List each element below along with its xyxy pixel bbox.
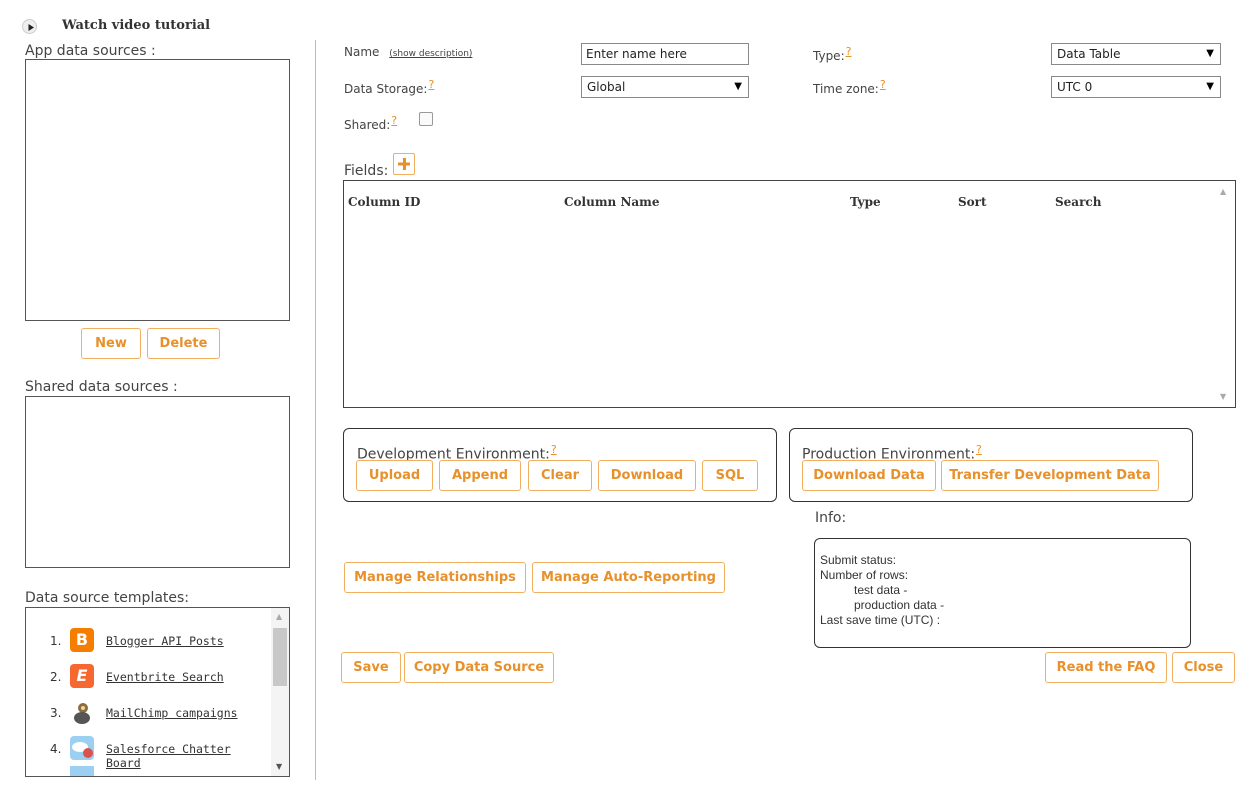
info-label: Info: (815, 510, 847, 526)
column-header-id[interactable]: Column ID (348, 195, 420, 209)
submit-status: Submit status: (820, 553, 897, 567)
append-button[interactable]: Append (439, 460, 521, 491)
production-data-count: production data - (854, 598, 945, 612)
column-header-type[interactable]: Type (850, 195, 881, 209)
scroll-down-icon[interactable]: ▼ (1220, 392, 1226, 401)
data-storage-label: Data Storage:? (344, 78, 435, 96)
name-label: Name (show description) (344, 45, 473, 59)
help-link[interactable]: ? (391, 114, 397, 127)
help-link[interactable]: ? (976, 443, 982, 456)
salesforce-icon (70, 736, 94, 760)
manage-relationships-button[interactable]: Manage Relationships (344, 562, 526, 593)
blogger-icon: B (70, 628, 94, 652)
upload-button[interactable]: Upload (356, 460, 433, 491)
column-header-name[interactable]: Column Name (564, 195, 660, 209)
clear-button[interactable]: Clear (528, 460, 592, 491)
manage-auto-reporting-button[interactable]: Manage Auto-Reporting (532, 562, 725, 593)
add-field-button[interactable] (393, 153, 415, 175)
help-link[interactable]: ? (551, 443, 557, 456)
dropdown-arrow-icon: ▼ (1206, 81, 1214, 92)
template-item[interactable]: 3. MailChimp campaigns (26, 698, 266, 728)
app-data-sources-label: App data sources : (25, 43, 156, 59)
app-data-sources-list[interactable] (25, 59, 290, 321)
scrollbar-thumb[interactable] (273, 628, 287, 686)
scroll-down-icon[interactable]: ▼ (276, 762, 282, 771)
data-storage-select[interactable]: Global ▼ (581, 76, 749, 98)
shared-label: Shared:? (344, 114, 398, 132)
templates-scrollbar[interactable]: ▲ ▼ (271, 608, 289, 776)
column-divider (315, 40, 316, 780)
name-input[interactable] (581, 43, 749, 65)
type-label: Type:? (813, 45, 852, 63)
scroll-up-icon[interactable]: ▲ (1220, 187, 1226, 196)
column-header-search[interactable]: Search (1055, 195, 1101, 209)
template-link[interactable]: Eventbrite Search (106, 670, 224, 684)
read-faq-button[interactable]: Read the FAQ (1045, 652, 1167, 683)
help-link[interactable]: ? (880, 78, 886, 91)
last-save-time: Last save time (UTC) : (820, 613, 941, 627)
template-link[interactable]: Blogger API Posts (106, 634, 224, 648)
template-item[interactable]: 2. E Eventbrite Search (26, 662, 266, 692)
timezone-select[interactable]: UTC 0 ▼ (1051, 76, 1221, 98)
new-button[interactable]: New (81, 328, 141, 359)
plus-icon (398, 158, 410, 170)
copy-data-source-button[interactable]: Copy Data Source (404, 652, 554, 683)
dropdown-arrow-icon: ▼ (734, 81, 742, 92)
show-description-link[interactable]: (show description) (389, 49, 472, 59)
shared-data-sources-label: Shared data sources : (25, 379, 178, 395)
mailchimp-icon (70, 700, 94, 724)
template-icon-partial (70, 766, 94, 776)
number-of-rows: Number of rows: (820, 568, 909, 582)
close-button[interactable]: Close (1172, 652, 1235, 683)
delete-button[interactable]: Delete (147, 328, 220, 359)
save-button[interactable]: Save (341, 652, 401, 683)
download-data-button[interactable]: Download Data (802, 460, 936, 491)
test-data-count: test data - (854, 583, 908, 597)
shared-data-sources-list[interactable] (25, 396, 290, 568)
column-header-sort[interactable]: Sort (958, 195, 987, 209)
play-icon (22, 19, 37, 34)
fields-table[interactable]: ▲ ▼ (343, 180, 1236, 408)
template-link[interactable]: MailChimp campaigns (106, 706, 238, 720)
eventbrite-icon: E (70, 664, 94, 688)
tutorial-label: Watch video tutorial (62, 18, 211, 33)
download-button[interactable]: Download (598, 460, 696, 491)
shared-checkbox[interactable] (419, 112, 433, 126)
timezone-label: Time zone:? (813, 78, 886, 96)
template-link[interactable]: Salesforce Chatter Board (106, 742, 266, 770)
transfer-development-data-button[interactable]: Transfer Development Data (941, 460, 1159, 491)
template-item[interactable]: 4. Salesforce Chatter Board (26, 734, 266, 770)
scroll-up-icon[interactable]: ▲ (276, 612, 282, 621)
template-item[interactable]: 1. B Blogger API Posts (26, 626, 266, 656)
templates-label: Data source templates: (25, 590, 190, 606)
help-link[interactable]: ? (846, 45, 852, 58)
templates-list[interactable]: 1. B Blogger API Posts 2. E Eventbrite S… (25, 607, 290, 777)
help-link[interactable]: ? (428, 78, 434, 91)
sql-button[interactable]: SQL (702, 460, 758, 491)
fields-label: Fields: (344, 163, 389, 179)
type-select[interactable]: Data Table ▼ (1051, 43, 1221, 65)
dropdown-arrow-icon: ▼ (1206, 48, 1214, 59)
info-content: Submit status: Number of rows: test data… (820, 553, 944, 628)
